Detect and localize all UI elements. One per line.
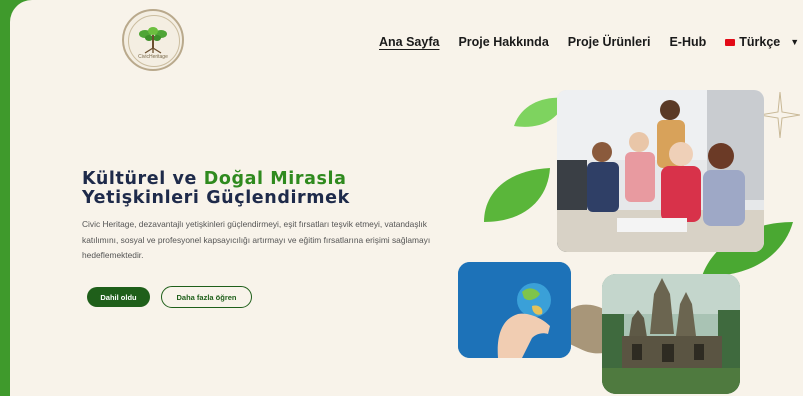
main-nav: Ana Sayfa Proje Hakkında Proje Ürünleri … bbox=[379, 35, 799, 49]
turkey-flag-icon bbox=[725, 38, 736, 46]
hero-title-part1: Kültürel ve bbox=[82, 169, 204, 189]
language-selector[interactable]: Türkçe ▼ bbox=[725, 35, 799, 49]
sparkle-icon bbox=[760, 92, 800, 138]
chevron-down-icon: ▼ bbox=[790, 37, 800, 47]
hero-title-highlight: Doğal Mirasla bbox=[203, 169, 347, 189]
nav-proje-urunleri[interactable]: Proje Ürünleri bbox=[568, 35, 651, 49]
hero-title: Kültürel ve Doğal Mirasla Yetişkinleri G… bbox=[82, 170, 350, 208]
join-button[interactable]: Dahil oldu bbox=[87, 287, 150, 307]
hero-title-line2: Yetişkinleri Güçlendirmek bbox=[82, 188, 350, 208]
logo[interactable]: CivicHeritage bbox=[122, 9, 184, 71]
page: CivicHeritage Ana Sayfa Proje Hakkında P… bbox=[10, 0, 803, 396]
tree-logo-icon bbox=[139, 27, 167, 54]
language-label: Türkçe bbox=[739, 35, 781, 49]
temple-photo bbox=[602, 274, 740, 394]
learn-more-button[interactable]: Daha fazla öğren bbox=[161, 286, 252, 308]
nav-ana-sayfa[interactable]: Ana Sayfa bbox=[379, 35, 439, 49]
hero-description: Civic Heritage, dezavantajlı yetişkinler… bbox=[82, 219, 431, 260]
logo-text: CivicHeritage bbox=[138, 54, 168, 60]
leaf-decoration bbox=[484, 168, 550, 222]
nav-proje-hakkinda[interactable]: Proje Hakkında bbox=[458, 35, 548, 49]
group-photo bbox=[557, 90, 764, 252]
nav-e-hub[interactable]: E-Hub bbox=[669, 35, 706, 49]
globe-photo bbox=[458, 262, 571, 358]
